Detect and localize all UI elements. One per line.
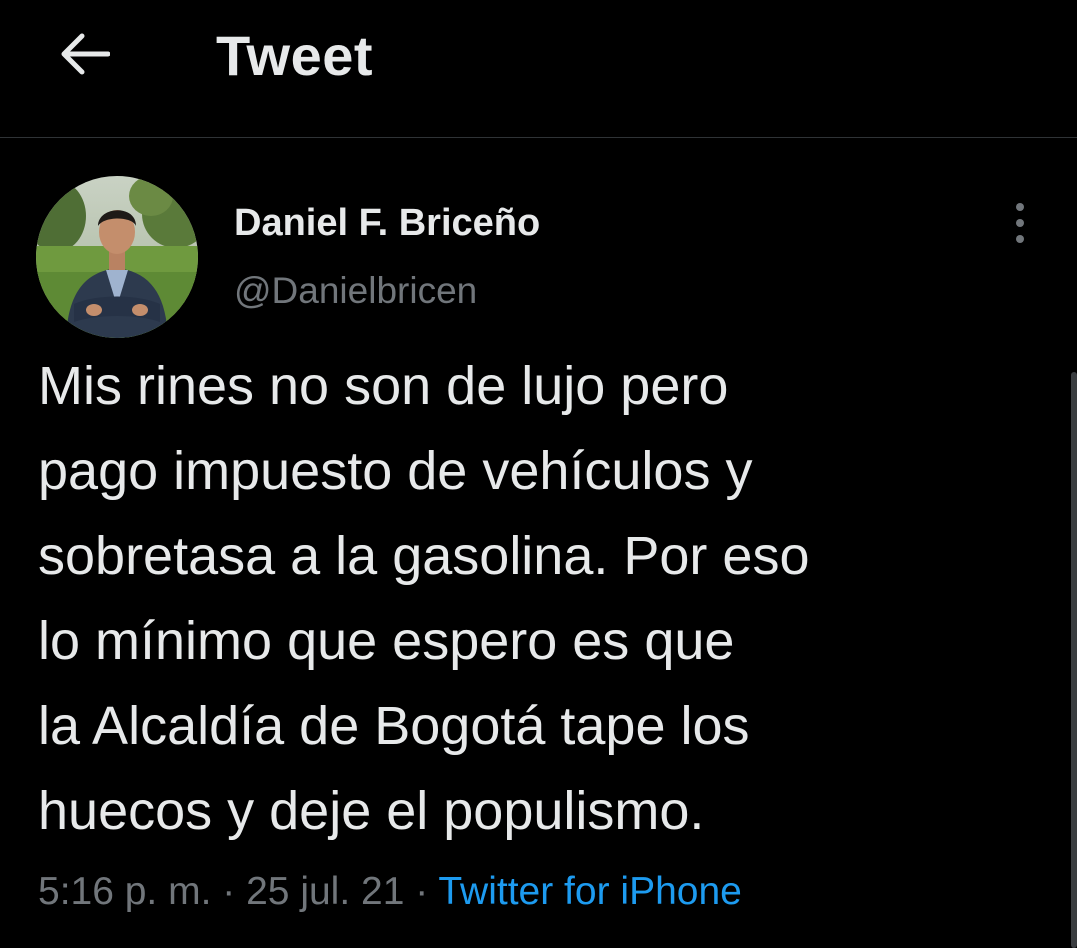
tweet-text: Mis rines no son de lujo pero pago impue… [38, 356, 810, 841]
vertical-ellipsis-icon [1016, 203, 1024, 243]
avatar[interactable] [36, 176, 198, 338]
profile-photo [36, 176, 198, 338]
tweet-date[interactable]: 25 jul. 21 [246, 870, 404, 913]
more-options-button[interactable] [1000, 200, 1040, 246]
author-handle[interactable]: @Danielbricen [234, 266, 477, 316]
tweet-time[interactable]: 5:16 p. m. [38, 870, 211, 913]
author-display-name[interactable]: Daniel F. Briceño [234, 198, 540, 248]
meta-separator: · [404, 870, 439, 913]
tweet-source-link[interactable]: Twitter for iPhone [438, 870, 741, 913]
scrollbar[interactable] [1071, 372, 1077, 948]
top-bar: Tweet [0, 0, 1077, 138]
back-button[interactable] [52, 22, 116, 86]
tweet-metadata: 5:16 p. m. · 25 jul. 21 · Twitter for iP… [38, 864, 742, 920]
meta-separator: · [211, 870, 247, 913]
arrow-left-icon [61, 33, 110, 75]
page-title: Tweet [216, 24, 374, 87]
